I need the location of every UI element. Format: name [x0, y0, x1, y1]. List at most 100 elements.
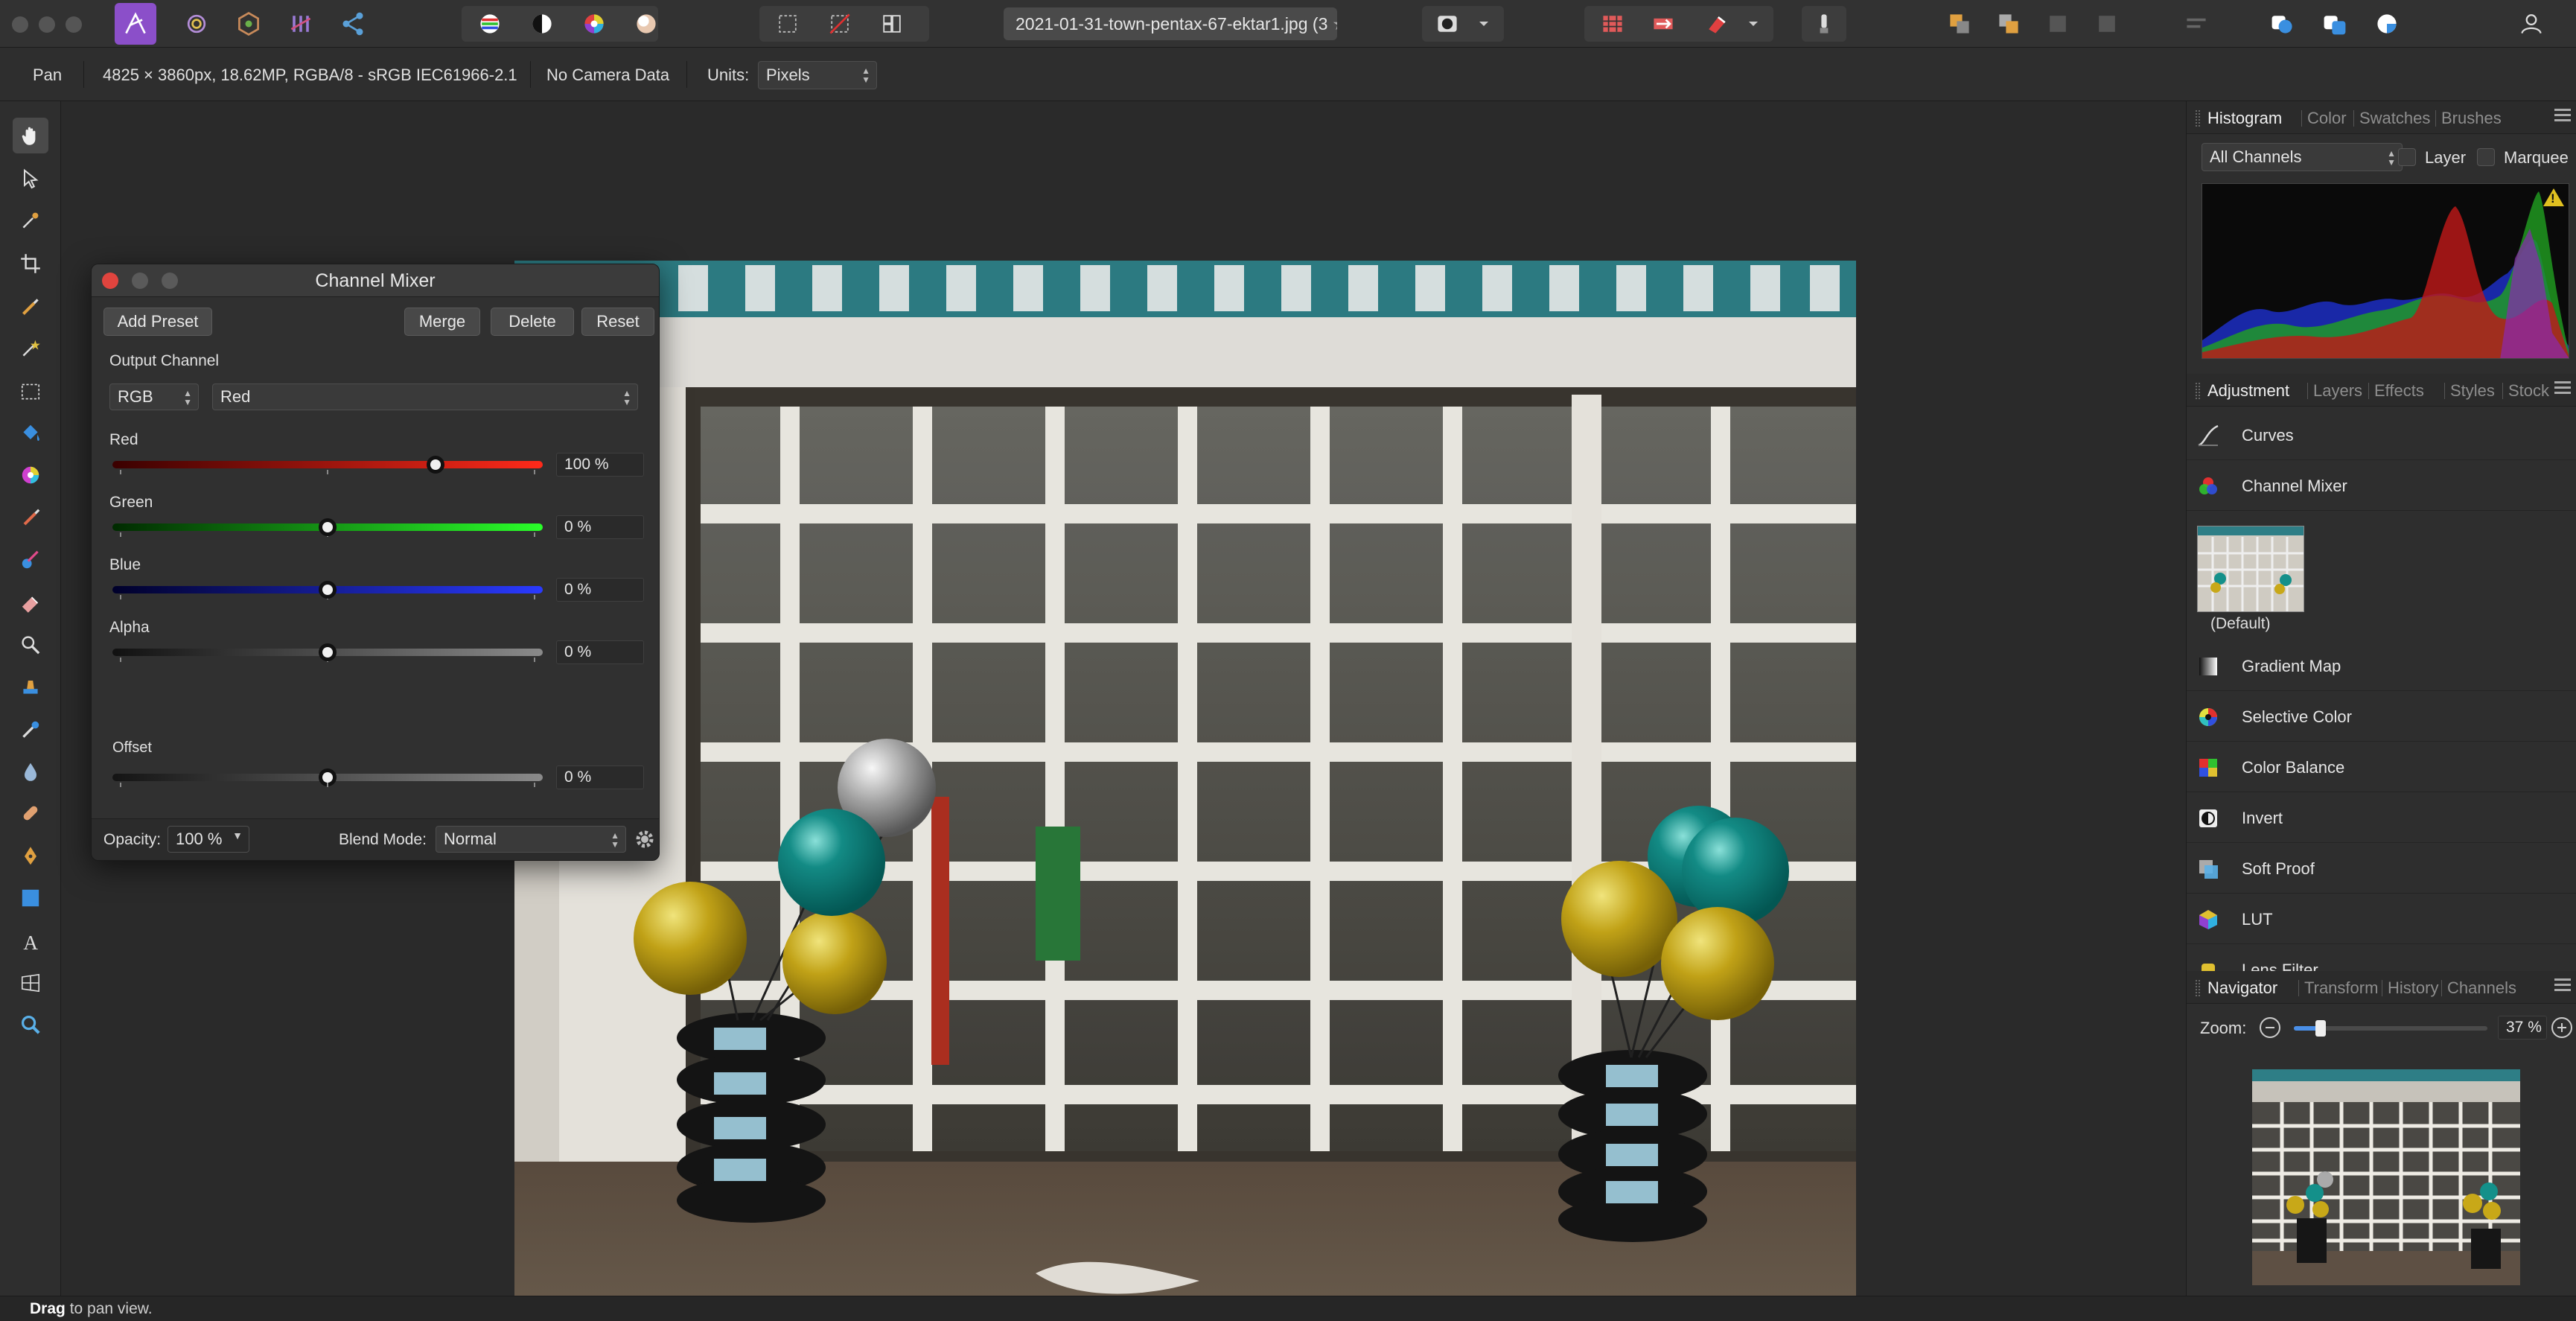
- assistant-dropdown-icon[interactable]: [1742, 7, 1764, 40]
- invert-selection-icon[interactable]: [876, 7, 908, 40]
- boolean-add-icon[interactable]: [2266, 7, 2299, 40]
- crop-tool-button[interactable]: [13, 246, 48, 281]
- adjustment-item-lut[interactable]: LUT: [2187, 894, 2576, 944]
- photo-persona-icon[interactable]: [115, 3, 156, 45]
- panel-menu-icon[interactable]: [2554, 381, 2571, 398]
- dialog-minimize-button[interactable]: [132, 273, 148, 289]
- deselect-icon[interactable]: [823, 7, 856, 40]
- auto-levels-icon[interactable]: [474, 7, 506, 40]
- window-close-button[interactable]: [12, 16, 28, 33]
- move-tool-button[interactable]: [13, 161, 48, 197]
- navigator-preview[interactable]: [2252, 1069, 2520, 1285]
- add-preset-button[interactable]: Add Preset: [103, 308, 212, 336]
- panel-menu-icon[interactable]: [2554, 978, 2571, 995]
- arrange-backward-icon[interactable]: [1992, 7, 2025, 40]
- tab-history[interactable]: History: [2388, 978, 2438, 998]
- flood-select-tool-button[interactable]: [13, 331, 48, 366]
- liquify-persona-icon[interactable]: [180, 7, 213, 40]
- auto-colors-icon[interactable]: [578, 7, 610, 40]
- text-tool-button[interactable]: A: [13, 923, 48, 959]
- alpha-slider-thumb[interactable]: [319, 643, 337, 661]
- adjustment-item-color-balance[interactable]: Color Balance: [2187, 742, 2576, 792]
- assistant-icon[interactable]: [1700, 7, 1733, 40]
- green-slider-thumb[interactable]: [319, 518, 337, 536]
- brush-settings-icon[interactable]: [1808, 7, 1840, 40]
- color-replacement-tool-button[interactable]: [13, 542, 48, 578]
- red-slider-thumb[interactable]: [426, 456, 444, 474]
- panel-grip-icon[interactable]: [2196, 980, 2200, 996]
- adjustment-item-invert[interactable]: Invert: [2187, 792, 2576, 843]
- tab-stock[interactable]: Stock: [2508, 381, 2549, 401]
- zoom-out-icon[interactable]: [2260, 1017, 2280, 1038]
- green-value-field[interactable]: 0 %: [556, 515, 644, 539]
- dialog-close-button[interactable]: [102, 273, 118, 289]
- blend-mode-select[interactable]: Normal ▲ ▼: [436, 826, 626, 853]
- warning-icon[interactable]: !: [2543, 188, 2564, 206]
- zoom-value-field[interactable]: 37 %: [2498, 1016, 2547, 1040]
- channel-mixer-dialog[interactable]: Channel Mixer Add Preset Merge Delete Re…: [91, 264, 660, 861]
- pen-tool-button[interactable]: [13, 838, 48, 874]
- red-value-field[interactable]: 100 %: [556, 453, 644, 477]
- blue-value-field[interactable]: 0 %: [556, 578, 644, 602]
- color-picker-tool-button[interactable]: [13, 203, 48, 238]
- quick-mask-icon[interactable]: [1431, 7, 1464, 40]
- adjustment-item-curves[interactable]: Curves: [2187, 410, 2576, 460]
- offset-value-field[interactable]: 0 %: [556, 765, 644, 789]
- red-slider-track[interactable]: [112, 461, 543, 468]
- quick-mask-dropdown-icon[interactable]: [1473, 7, 1495, 40]
- tab-navigator[interactable]: Navigator: [2207, 978, 2277, 998]
- adjustment-item-selective-color[interactable]: Selective Color: [2187, 691, 2576, 742]
- dodge-tool-button[interactable]: [13, 627, 48, 663]
- document-tab-close-icon[interactable]: ★: [1332, 14, 1337, 34]
- boolean-subtract-icon[interactable]: [2318, 7, 2351, 40]
- tab-histogram[interactable]: Histogram: [2207, 109, 2282, 128]
- blemish-removal-tool-button[interactable]: [13, 712, 48, 748]
- units-select[interactable]: Pixels ▲ ▼: [758, 61, 877, 89]
- tab-styles[interactable]: Styles: [2450, 381, 2495, 401]
- output-channel-select[interactable]: Red ▲ ▼: [212, 383, 638, 410]
- marquee-tool-button[interactable]: [13, 374, 48, 410]
- zoom-in-icon[interactable]: [2551, 1017, 2572, 1038]
- arrange-back-icon[interactable]: [1943, 7, 1976, 40]
- pan-tool-button[interactable]: [13, 118, 48, 153]
- selection-brush-tool-button[interactable]: [13, 289, 48, 325]
- clone-tool-button[interactable]: [13, 669, 48, 704]
- marquee-checkbox[interactable]: [2477, 148, 2495, 166]
- auto-white-balance-icon[interactable]: [630, 7, 663, 40]
- auto-contrast-icon[interactable]: [526, 7, 558, 40]
- reset-button[interactable]: Reset: [581, 308, 654, 336]
- opacity-field[interactable]: 100 % ▼: [168, 826, 249, 853]
- tab-swatches[interactable]: Swatches: [2359, 109, 2430, 128]
- window-minimize-button[interactable]: [39, 16, 55, 33]
- document-image[interactable]: [514, 261, 1856, 1321]
- gear-icon[interactable]: [634, 828, 656, 850]
- window-zoom-button[interactable]: [66, 16, 82, 33]
- document-tab[interactable]: 2021-01-31-town-pentax-67-ektar1.jpg (3 …: [1004, 7, 1337, 40]
- tab-brushes[interactable]: Brushes: [2441, 109, 2502, 128]
- arrange-forward-icon[interactable]: [2041, 7, 2074, 40]
- tab-color[interactable]: Color: [2307, 109, 2347, 128]
- tone-mapping-persona-icon[interactable]: [284, 7, 317, 40]
- adjustment-item-channel-mixer[interactable]: Channel Mixer: [2187, 460, 2576, 511]
- blur-tool-button[interactable]: [13, 754, 48, 789]
- export-persona-icon[interactable]: [337, 7, 369, 40]
- tab-adjustment[interactable]: Adjustment: [2207, 381, 2289, 401]
- snapping-icon[interactable]: [1596, 7, 1629, 40]
- delete-button[interactable]: Delete: [491, 308, 574, 336]
- zoom-tool-button[interactable]: [13, 1007, 48, 1043]
- blue-slider-thumb[interactable]: [319, 581, 337, 599]
- panel-menu-icon[interactable]: [2554, 109, 2571, 125]
- color-wheel-tool-button[interactable]: [13, 457, 48, 493]
- panel-grip-icon[interactable]: [2196, 383, 2200, 399]
- healing-brush-tool-button[interactable]: [13, 795, 48, 831]
- rectangle-tool-button[interactable]: [13, 880, 48, 916]
- flood-fill-tool-button[interactable]: [13, 416, 48, 451]
- channel-mixer-preset-thumbnail[interactable]: [2197, 526, 2304, 612]
- channel-mixer-titlebar[interactable]: Channel Mixer: [92, 264, 659, 297]
- select-all-icon[interactable]: [771, 7, 804, 40]
- user-account-icon[interactable]: [2515, 7, 2548, 40]
- mesh-warp-tool-button[interactable]: [13, 965, 48, 1001]
- develop-persona-icon[interactable]: [232, 7, 265, 40]
- paint-brush-tool-button[interactable]: [13, 500, 48, 536]
- alpha-value-field[interactable]: 0 %: [556, 640, 644, 664]
